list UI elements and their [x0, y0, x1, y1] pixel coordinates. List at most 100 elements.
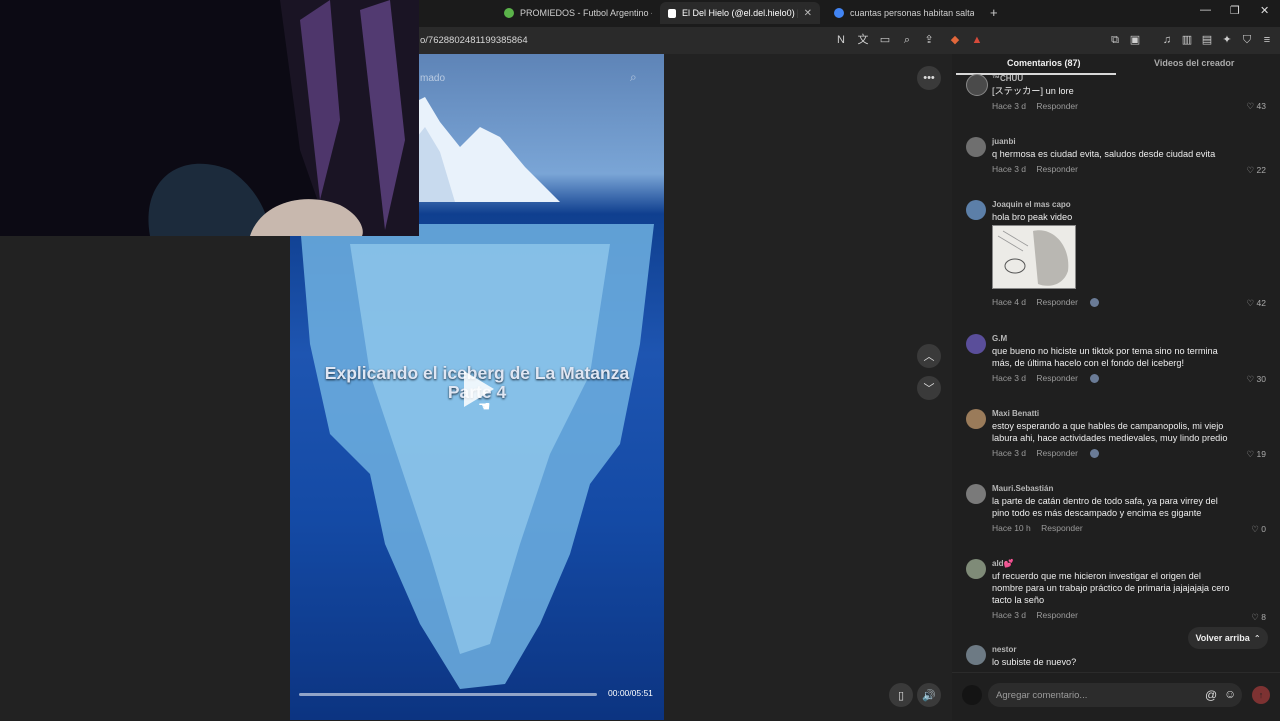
comment-username[interactable]: G.M: [992, 334, 1007, 343]
tab-creator-videos[interactable]: Videos del creador: [1154, 58, 1234, 68]
avatar[interactable]: [966, 645, 986, 665]
like-button[interactable]: ♡ 19: [1247, 449, 1266, 460]
search-placeholder[interactable]: mado: [420, 73, 445, 84]
tab-comments[interactable]: Comentarios (87): [1007, 58, 1081, 68]
next-video-icon[interactable]: ﹀: [917, 376, 941, 400]
comment-username[interactable]: ™CHUU: [992, 74, 1023, 83]
iceberg-underwater-image: [300, 224, 654, 689]
close-window-icon[interactable]: ✕: [1260, 4, 1269, 17]
restore-icon[interactable]: ❐: [1230, 4, 1240, 17]
comment-time: Hace 3 d: [992, 101, 1027, 111]
comment-meta: Hace 10 h Responder: [992, 523, 1091, 533]
comment-username[interactable]: juanbi: [992, 137, 1016, 146]
video-progress-bar[interactable]: [299, 693, 597, 696]
like-button[interactable]: ♡ 0: [1251, 524, 1266, 535]
reply-button[interactable]: Responder: [1041, 523, 1083, 533]
comment-input[interactable]: [988, 683, 1242, 707]
like-button[interactable]: ♡ 42: [1247, 298, 1266, 309]
comment-input-row: @ ☺ ↑: [952, 672, 1280, 721]
mouse-cursor-icon: ☚: [478, 398, 491, 414]
reply-button[interactable]: Responder: [1036, 448, 1078, 458]
like-button[interactable]: ♡ 22: [1247, 165, 1266, 176]
rewards-icon[interactable]: ▲: [970, 33, 984, 47]
comment-time: Hace 3 d: [992, 373, 1027, 383]
my-avatar: [962, 685, 982, 705]
avatar[interactable]: [966, 334, 986, 354]
sidebar-icon[interactable]: ▥: [1180, 33, 1194, 47]
ai-icon[interactable]: ✦: [1220, 33, 1234, 47]
tab-title: PROMIEDOS - Futbol Argentino - Fix: [520, 8, 652, 18]
comment-sticker-image[interactable]: [992, 225, 1076, 289]
reply-button[interactable]: Responder: [1036, 373, 1078, 383]
like-count: 43: [1256, 101, 1266, 111]
comment-time: Hace 3 d: [992, 448, 1027, 458]
more-options-icon[interactable]: •••: [917, 66, 941, 90]
video-time: 00:00/05:51: [608, 688, 653, 698]
creator-reaction-icon: [1090, 449, 1100, 459]
send-button[interactable]: ↑: [1252, 686, 1270, 704]
share-icon[interactable]: ⇪: [922, 33, 936, 47]
like-button[interactable]: ♡ 43: [1247, 101, 1266, 112]
translate-icon[interactable]: 文: [856, 33, 870, 47]
wallet-2-icon[interactable]: ▤: [1200, 33, 1214, 47]
avatar[interactable]: [966, 74, 988, 96]
like-count: 19: [1256, 449, 1266, 459]
comment-username[interactable]: Mauri.Sebastián: [992, 484, 1053, 493]
comment-meta: Hace 3 d Responder: [992, 610, 1086, 620]
comment-text: q hermosa es ciudad evita, saludos desde…: [992, 149, 1216, 159]
zoom-icon[interactable]: ⌕: [900, 33, 914, 47]
comment-text: que bueno no hiciste un tiktok por tema …: [992, 346, 1218, 368]
back-to-top-button[interactable]: Volver arriba ⌃: [1188, 627, 1268, 649]
avatar[interactable]: [966, 484, 986, 504]
menu-icon[interactable]: ≡: [1260, 33, 1274, 47]
close-tab-icon[interactable]: ✕: [798, 8, 812, 19]
tiktok-favicon-icon: [668, 8, 676, 18]
previous-video-icon[interactable]: ︿: [917, 344, 941, 368]
extensions-icon[interactable]: ⧉: [1108, 33, 1122, 47]
promiedos-favicon-icon: [504, 8, 514, 18]
volume-icon[interactable]: 🔊: [917, 683, 941, 707]
like-count: 0: [1261, 524, 1266, 534]
music-icon[interactable]: ♫: [1160, 33, 1174, 47]
comment-username[interactable]: Joaquin el mas capo: [992, 200, 1071, 209]
webcam-image: [0, 0, 419, 236]
comment-username[interactable]: ald💕: [992, 559, 1014, 568]
tab-promiedos[interactable]: PROMIEDOS - Futbol Argentino - Fix: [496, 2, 652, 24]
new-tab-icon[interactable]: +: [990, 5, 998, 20]
vpn-icon[interactable]: ⛉: [1240, 33, 1254, 47]
pip-icon[interactable]: ▯: [889, 683, 913, 707]
avatar[interactable]: [966, 409, 986, 429]
reply-button[interactable]: Responder: [1036, 297, 1078, 307]
like-button[interactable]: ♡ 30: [1247, 374, 1266, 385]
emoji-icon[interactable]: ☺: [1224, 687, 1236, 701]
tab-google[interactable]: cuantas personas habitan salta 2026: [826, 2, 984, 24]
avatar[interactable]: [966, 137, 986, 157]
tab-tiktok[interactable]: El Del Hielo (@el.del.hielo0) | Tik ✕: [660, 2, 820, 24]
avatar[interactable]: [966, 200, 986, 220]
comment-time: Hace 3 d: [992, 164, 1027, 174]
comment-username[interactable]: nestor: [992, 645, 1016, 654]
reply-button[interactable]: Responder: [1036, 164, 1078, 174]
url-text[interactable]: o/7628802481199385864: [420, 35, 528, 46]
reader-icon[interactable]: N: [834, 33, 848, 47]
wallet-icon[interactable]: ▣: [1128, 33, 1142, 47]
search-icon[interactable]: ⌕: [630, 70, 637, 85]
comments-panel: Comentarios (87) Videos del creador ™CHU…: [952, 54, 1280, 721]
comment-text: lo subiste de nuevo?: [992, 657, 1077, 667]
comment-text: estoy esperando a que hables de campanop…: [992, 421, 1228, 443]
reply-button[interactable]: Responder: [1036, 101, 1078, 111]
reply-button[interactable]: Responder: [1036, 610, 1078, 620]
brave-shield-icon[interactable]: ◆: [948, 33, 962, 47]
comment-meta: Hace 3 d Responder: [992, 101, 1086, 111]
comment-meta: Hace 4 d Responder: [992, 297, 1107, 308]
comment-time: Hace 3 d: [992, 610, 1027, 620]
minimize-icon[interactable]: —: [1200, 4, 1211, 16]
avatar[interactable]: [966, 559, 986, 579]
comment-meta: Hace 3 d Responder: [992, 373, 1107, 384]
mention-icon[interactable]: @: [1205, 688, 1217, 702]
like-button[interactable]: ♡ 8: [1251, 612, 1266, 623]
comment-username[interactable]: Maxi Benatti: [992, 409, 1039, 418]
cast-icon[interactable]: ▭: [878, 33, 892, 47]
comment-meta: Hace 3 d Responder: [992, 448, 1107, 459]
comment-text: uf recuerdo que me hicieron investigar e…: [992, 571, 1230, 605]
